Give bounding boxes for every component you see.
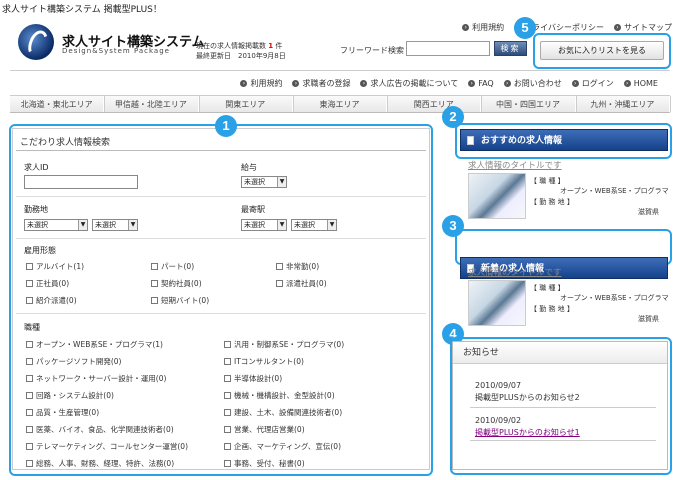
annotation-box-4: [450, 337, 672, 475]
util-link-label: サイトマップ: [624, 23, 672, 32]
recommended-jobs-heading: おすすめの求人情報: [460, 129, 668, 151]
subnav-home[interactable]: › HOME: [623, 78, 658, 89]
subnav-login[interactable]: › ログイン: [571, 78, 614, 89]
util-link-sitemap[interactable]: › サイトマップ: [614, 22, 672, 33]
keyword-search-label: フリーワード検索: [340, 46, 404, 55]
util-link-terms[interactable]: › 利用規約: [462, 22, 504, 33]
util-links: ›利用規約 ›プライバシーポリシー ›サイトマップ: [462, 22, 672, 33]
job-type-value: オープン・WEB系SE・プログラマ: [560, 187, 669, 195]
subnav-contact[interactable]: › お問い合わせ: [503, 78, 562, 89]
job-count-label: 現在の求人情報掲載数: [196, 42, 266, 50]
news-item-link[interactable]: 掲載型PLUSからのお知らせ1: [475, 427, 580, 438]
subnav-label: 求人広告の掲載について: [370, 79, 459, 88]
job-count-info: 現在の求人情報掲載数 1 件 最終更新日 2010年9月8日: [196, 41, 286, 61]
recommended-job-title-link[interactable]: 求人情報のタイトルです: [468, 159, 562, 171]
job-type-label: 【 職 種 】: [530, 284, 565, 292]
document-icon: [467, 136, 474, 145]
job-type-value: オープン・WEB系SE・プログラマ: [560, 294, 669, 302]
arrow-icon: ›: [292, 80, 300, 87]
new-job-title-link[interactable]: 求人情報のタイトルです: [468, 266, 562, 278]
news-divider: [470, 407, 656, 408]
area-tab-kanto[interactable]: 関東エリア: [199, 96, 293, 112]
subnav-faq[interactable]: › FAQ: [468, 78, 494, 89]
util-link-label: プライバシーポリシー: [524, 23, 604, 32]
site-subtitle: Design&System Package: [62, 47, 170, 55]
subnav-register[interactable]: › 求職者の登録: [292, 78, 350, 89]
site-tagline: 求人サイト構築システム 掲載型PLUS！: [2, 5, 162, 15]
news-date: 2010/09/02: [475, 416, 522, 425]
arrow-icon: ›: [623, 80, 631, 87]
recommended-job-photo[interactable]: [468, 173, 526, 219]
subnav-label: FAQ: [478, 79, 494, 88]
annotation-badge-5: 5: [514, 17, 536, 39]
last-updated: 最終更新日 2010年9月8日: [196, 52, 286, 60]
logo-icon[interactable]: [18, 24, 54, 60]
news-date: 2010/09/07: [475, 381, 522, 390]
search-button[interactable]: 検索: [494, 41, 527, 56]
subnav-label: お問い合わせ: [513, 79, 562, 88]
job-place-value: 滋賀県: [638, 208, 659, 216]
subnav-terms[interactable]: › 利用規約: [240, 78, 282, 89]
subnav-label: HOME: [633, 79, 658, 88]
arrow-icon: ›: [571, 80, 579, 87]
area-tab-kyushu-okinawa[interactable]: 九州・沖縄エリア: [576, 96, 670, 112]
sub-nav: › 利用規約 › 求職者の登録 › 求人広告の掲載について › FAQ › お問い合わせ …: [240, 78, 658, 89]
annotation-box-1: [9, 124, 433, 476]
job-place-value: 滋賀県: [638, 315, 659, 323]
job-count-unit: 件: [275, 42, 283, 50]
job-place-label: 【 勤 務 地 】: [530, 305, 574, 313]
header-divider: [10, 70, 670, 71]
area-tab-hokkaido-tohoku[interactable]: 北海道・東北エリア: [10, 96, 105, 112]
annotation-box-5: [533, 33, 671, 69]
subnav-label: 求職者の登録: [302, 79, 351, 88]
job-place-label: 【 勤 務 地 】: [530, 198, 574, 206]
job-type-label: 【 職 種 】: [530, 177, 565, 185]
recommended-heading-text: おすすめの求人情報: [481, 136, 563, 146]
news-divider: [470, 440, 656, 441]
util-link-label: 利用規約: [472, 23, 505, 32]
subnav-label: ログイン: [581, 79, 614, 88]
arrow-icon: ›: [503, 80, 511, 87]
arrow-icon: ›: [468, 80, 476, 87]
arrow-icon: ›: [360, 80, 368, 87]
keyword-search-input[interactable]: [406, 41, 490, 56]
subnav-advertising[interactable]: › 求人広告の掲載について: [360, 78, 458, 89]
annotation-badge-1: 1: [215, 115, 237, 137]
arrow-icon: ›: [462, 24, 470, 31]
area-tab-kansai[interactable]: 関西エリア: [387, 96, 482, 112]
subnav-label: 利用規約: [250, 79, 283, 88]
area-tab-chugoku-shikoku[interactable]: 中国・四国エリア: [481, 96, 576, 112]
job-count-value: 1: [268, 42, 274, 50]
area-nav: 北海道・東北エリア 甲信越・北陸エリア 関東エリア 東海エリア 関西エリア 中国…: [10, 95, 670, 113]
area-tab-tokai[interactable]: 東海エリア: [293, 96, 388, 112]
arrow-icon: ›: [614, 24, 621, 31]
news-item-link[interactable]: 掲載型PLUSからのお知らせ2: [475, 392, 580, 403]
arrow-icon: ›: [240, 80, 248, 87]
new-job-photo[interactable]: [468, 280, 526, 326]
area-tab-koshinetsu-hokuriku[interactable]: 甲信越・北陸エリア: [104, 96, 199, 112]
